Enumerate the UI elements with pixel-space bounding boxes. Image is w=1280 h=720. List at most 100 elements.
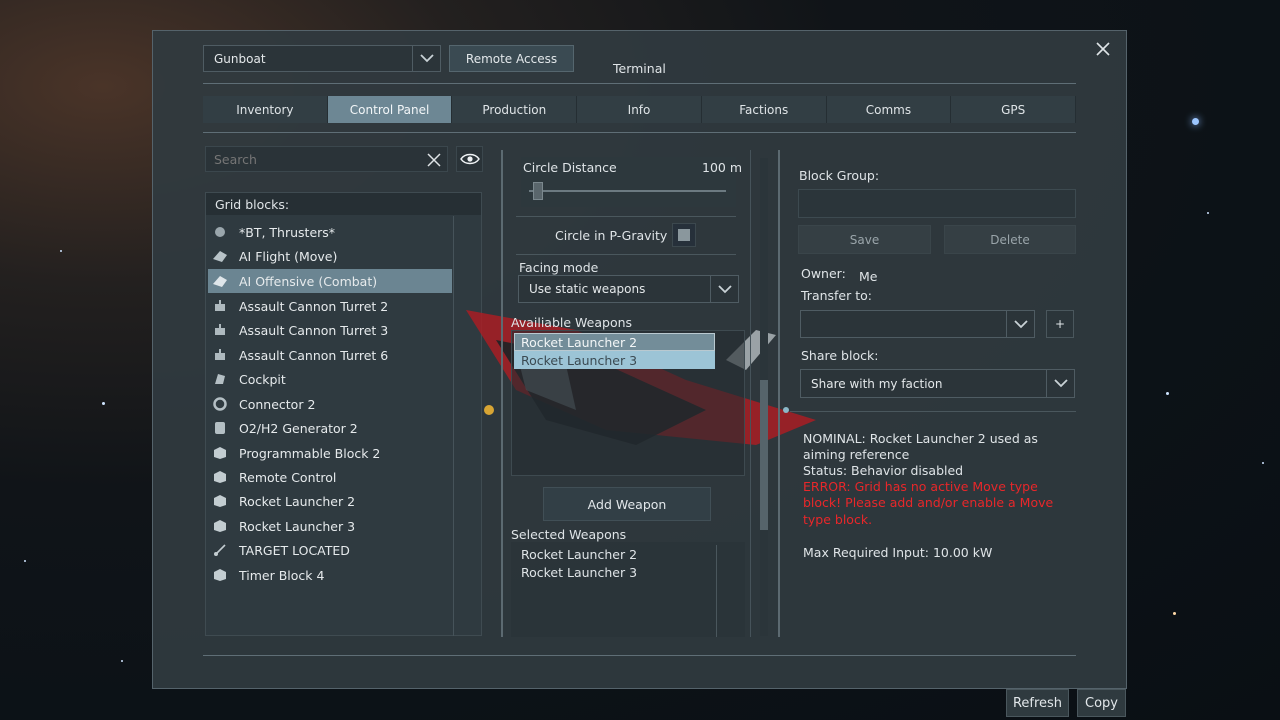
save-button[interactable]: Save [798, 225, 931, 254]
chevron-down-icon[interactable] [1046, 370, 1074, 397]
list-item-label: Connector 2 [239, 396, 316, 412]
chevron-down-icon[interactable] [412, 46, 440, 71]
tab-bar: Inventory Control Panel Production Info … [203, 96, 1077, 123]
list-item[interactable]: Assault Cannon Turret 2 [208, 294, 452, 318]
list-item[interactable]: AI Flight (Move) [208, 244, 452, 268]
blocks-list-scrollbar[interactable] [453, 216, 454, 636]
middle-scrollbar-thumb[interactable] [760, 380, 768, 530]
refresh-button[interactable]: Refresh [1006, 689, 1069, 717]
group-icon [212, 224, 228, 240]
list-item[interactable]: Assault Cannon Turret 3 [208, 318, 452, 342]
circle-distance-label: Circle Distance [523, 160, 617, 175]
timer-block-icon [212, 567, 228, 583]
visibility-toggle-eye-icon[interactable] [456, 146, 483, 172]
list-item-label: TARGET LOCATED [239, 542, 350, 558]
transfer-add-button[interactable]: + [1046, 310, 1074, 338]
share-block-value: Share with my faction [811, 376, 943, 391]
ai-flight-icon [212, 248, 228, 264]
delete-button[interactable]: Delete [944, 225, 1076, 254]
blocks-list-header: Grid blocks: [215, 197, 290, 212]
list-item[interactable]: Remote Control [208, 465, 452, 489]
tab-factions[interactable]: Factions [701, 96, 827, 123]
window-title: Terminal [613, 61, 666, 76]
list-item-label: AI Offensive (Combat) [239, 273, 378, 289]
list-item[interactable]: Connector 2 [208, 392, 452, 416]
available-weapons-label: Availiable Weapons [511, 315, 633, 330]
list-item-label: Programmable Block 2 [239, 445, 381, 461]
list-item-label: Assault Cannon Turret 6 [239, 347, 389, 363]
rocket-launcher-icon [212, 518, 228, 534]
transfer-to-label: Transfer to: [801, 288, 872, 303]
selected-weapons-label: Selected Weapons [511, 527, 627, 542]
list-item-label: Timer Block 4 [239, 567, 325, 583]
turret-icon [212, 347, 228, 363]
list-item-label: Remote Control [239, 469, 337, 485]
clear-search-icon[interactable] [427, 152, 441, 167]
turret-icon [212, 298, 228, 314]
circle-gravity-label: Circle in P-Gravity [555, 228, 668, 243]
selected-weapon-item[interactable]: Rocket Launcher 3 [521, 565, 637, 580]
list-item[interactable]: Rocket Launcher 2 [208, 489, 452, 513]
grid-selector-value: Gunboat [214, 51, 266, 66]
tab-gps[interactable]: GPS [951, 96, 1077, 123]
share-block-dropdown[interactable]: Share with my faction [800, 369, 1075, 398]
list-item-label: Rocket Launcher 2 [239, 493, 356, 509]
circle-distance-slider-track[interactable] [529, 190, 726, 192]
list-item[interactable]: Cockpit [208, 367, 452, 391]
tabs-divider [203, 132, 1076, 133]
right-column-border [778, 150, 780, 637]
add-weapon-button[interactable]: Add Weapon [543, 487, 711, 521]
tab-inventory[interactable]: Inventory [203, 96, 328, 123]
turret-icon [212, 322, 228, 338]
tab-production[interactable]: Production [452, 96, 578, 123]
circle-distance-slider-handle[interactable] [533, 182, 543, 200]
list-item[interactable]: TARGET LOCATED [208, 538, 452, 562]
list-item[interactable]: O2/H2 Generator 2 [208, 416, 452, 440]
status-line: Status: Behavior disabled [803, 463, 964, 478]
facing-mode-dropdown[interactable]: Use static weapons [518, 275, 739, 303]
selected-weapon-item[interactable]: Rocket Launcher 2 [521, 547, 637, 562]
facing-mode-value: Use static weapons [529, 282, 646, 296]
programmable-block-icon [212, 445, 228, 461]
list-item-label: Assault Cannon Turret 3 [239, 322, 389, 338]
list-item-label: *BT, Thrusters* [239, 224, 336, 240]
list-item[interactable]: Rocket Launcher 3 [208, 514, 452, 538]
close-icon[interactable] [1095, 41, 1111, 57]
block-group-input[interactable] [798, 189, 1076, 218]
chevron-down-icon[interactable] [1006, 311, 1034, 337]
status-line: NOMINAL: Rocket Launcher 2 used as [803, 431, 1038, 446]
chevron-down-icon[interactable] [710, 276, 738, 302]
bottom-divider [203, 655, 1076, 656]
ai-offensive-icon [212, 273, 228, 289]
transfer-to-dropdown[interactable] [800, 310, 1035, 338]
list-item[interactable]: Timer Block 4 [208, 563, 452, 587]
middle-column-right-border [750, 150, 751, 637]
tab-control-panel[interactable]: Control Panel [327, 96, 453, 123]
block-group-label: Block Group: [799, 168, 880, 183]
list-item[interactable]: Programmable Block 2 [208, 441, 452, 465]
divider [516, 216, 736, 217]
facing-mode-label: Facing mode [519, 260, 599, 275]
circle-gravity-checkbox[interactable] [672, 223, 696, 247]
list-item-label: Assault Cannon Turret 2 [239, 298, 389, 314]
error-line: ERROR: Grid has no active Move type [803, 479, 1038, 494]
cockpit-icon [212, 371, 228, 387]
tab-info[interactable]: Info [577, 96, 702, 123]
available-weapon-label: Rocket Launcher 2 [521, 335, 638, 350]
connector-icon [212, 396, 228, 412]
rocket-launcher-icon [212, 493, 228, 509]
search-input[interactable] [205, 146, 448, 172]
list-item-selected[interactable]: AI Offensive (Combat) [208, 269, 452, 293]
circle-distance-value: 100 m [702, 160, 743, 175]
list-item[interactable]: Assault Cannon Turret 6 [208, 343, 452, 367]
selected-weapons-scrollbar[interactable] [716, 545, 717, 637]
antenna-icon [212, 542, 228, 558]
copy-button[interactable]: Copy [1077, 689, 1126, 717]
tab-comms[interactable]: Comms [826, 96, 952, 123]
remote-control-icon [212, 469, 228, 485]
remote-access-button[interactable]: Remote Access [449, 45, 574, 72]
grid-selector-dropdown[interactable]: Gunboat [203, 45, 441, 72]
list-item[interactable]: *BT, Thrusters* [208, 220, 452, 244]
divider [516, 254, 736, 255]
available-weapon-label: Rocket Launcher 3 [521, 353, 638, 368]
